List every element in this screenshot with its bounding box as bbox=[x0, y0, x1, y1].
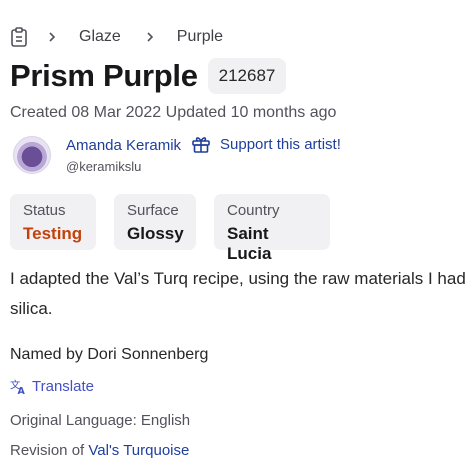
country-label: Country bbox=[227, 202, 280, 219]
status-label: Status bbox=[23, 202, 66, 219]
svg-text:A: A bbox=[18, 386, 26, 395]
clipboard-icon[interactable] bbox=[10, 27, 28, 47]
country-value: Saint Lucia bbox=[227, 224, 272, 263]
description-line-1: I adapted the Val’s Turq recipe, using t… bbox=[10, 269, 466, 288]
status-card: Status Testing bbox=[10, 194, 96, 250]
status-value: Testing bbox=[23, 224, 83, 243]
surface-label: Surface bbox=[127, 202, 179, 219]
created-updated-dates: Created 08 Mar 2022 Updated 10 months ag… bbox=[10, 104, 337, 121]
breadcrumb: Glaze Purple bbox=[10, 26, 223, 48]
title-row: Prism Purple 212687 bbox=[10, 56, 287, 96]
support-artist-link[interactable]: Support this artist! bbox=[220, 136, 341, 153]
revision-of: Revision of Val's Turquoise bbox=[10, 442, 189, 459]
page-title: Prism Purple bbox=[10, 58, 198, 93]
description-line-2: silica. bbox=[10, 299, 53, 318]
breadcrumb-item-glaze[interactable]: Glaze bbox=[79, 28, 121, 46]
surface-card: Surface Glossy bbox=[114, 194, 196, 250]
artist-handle: @keramikslu bbox=[66, 159, 142, 174]
translate-button[interactable]: 文 A Translate bbox=[10, 378, 94, 395]
country-card: Country Saint Lucia bbox=[214, 194, 330, 263]
chevron-right-icon bbox=[49, 32, 56, 42]
gift-icon[interactable] bbox=[191, 134, 211, 154]
chevron-right-icon bbox=[147, 32, 153, 42]
original-language: Original Language: English bbox=[10, 412, 191, 429]
translate-label: Translate bbox=[32, 378, 94, 395]
revision-link[interactable]: Val's Turquoise bbox=[88, 442, 189, 459]
artist-name-link[interactable]: Amanda Keramik bbox=[66, 137, 181, 154]
avatar[interactable] bbox=[13, 136, 51, 174]
breadcrumb-item-purple[interactable]: Purple bbox=[177, 28, 223, 46]
named-by: Named by Dori Sonnenberg bbox=[10, 346, 209, 363]
translate-icon: 文 A bbox=[10, 378, 26, 395]
surface-value: Glossy bbox=[127, 224, 184, 243]
glaze-id-badge: 212687 bbox=[207, 58, 287, 94]
glaze-description: I adapted the Val’s Turq recipe, using t… bbox=[10, 264, 474, 324]
revision-prefix: Revision of bbox=[10, 442, 85, 459]
